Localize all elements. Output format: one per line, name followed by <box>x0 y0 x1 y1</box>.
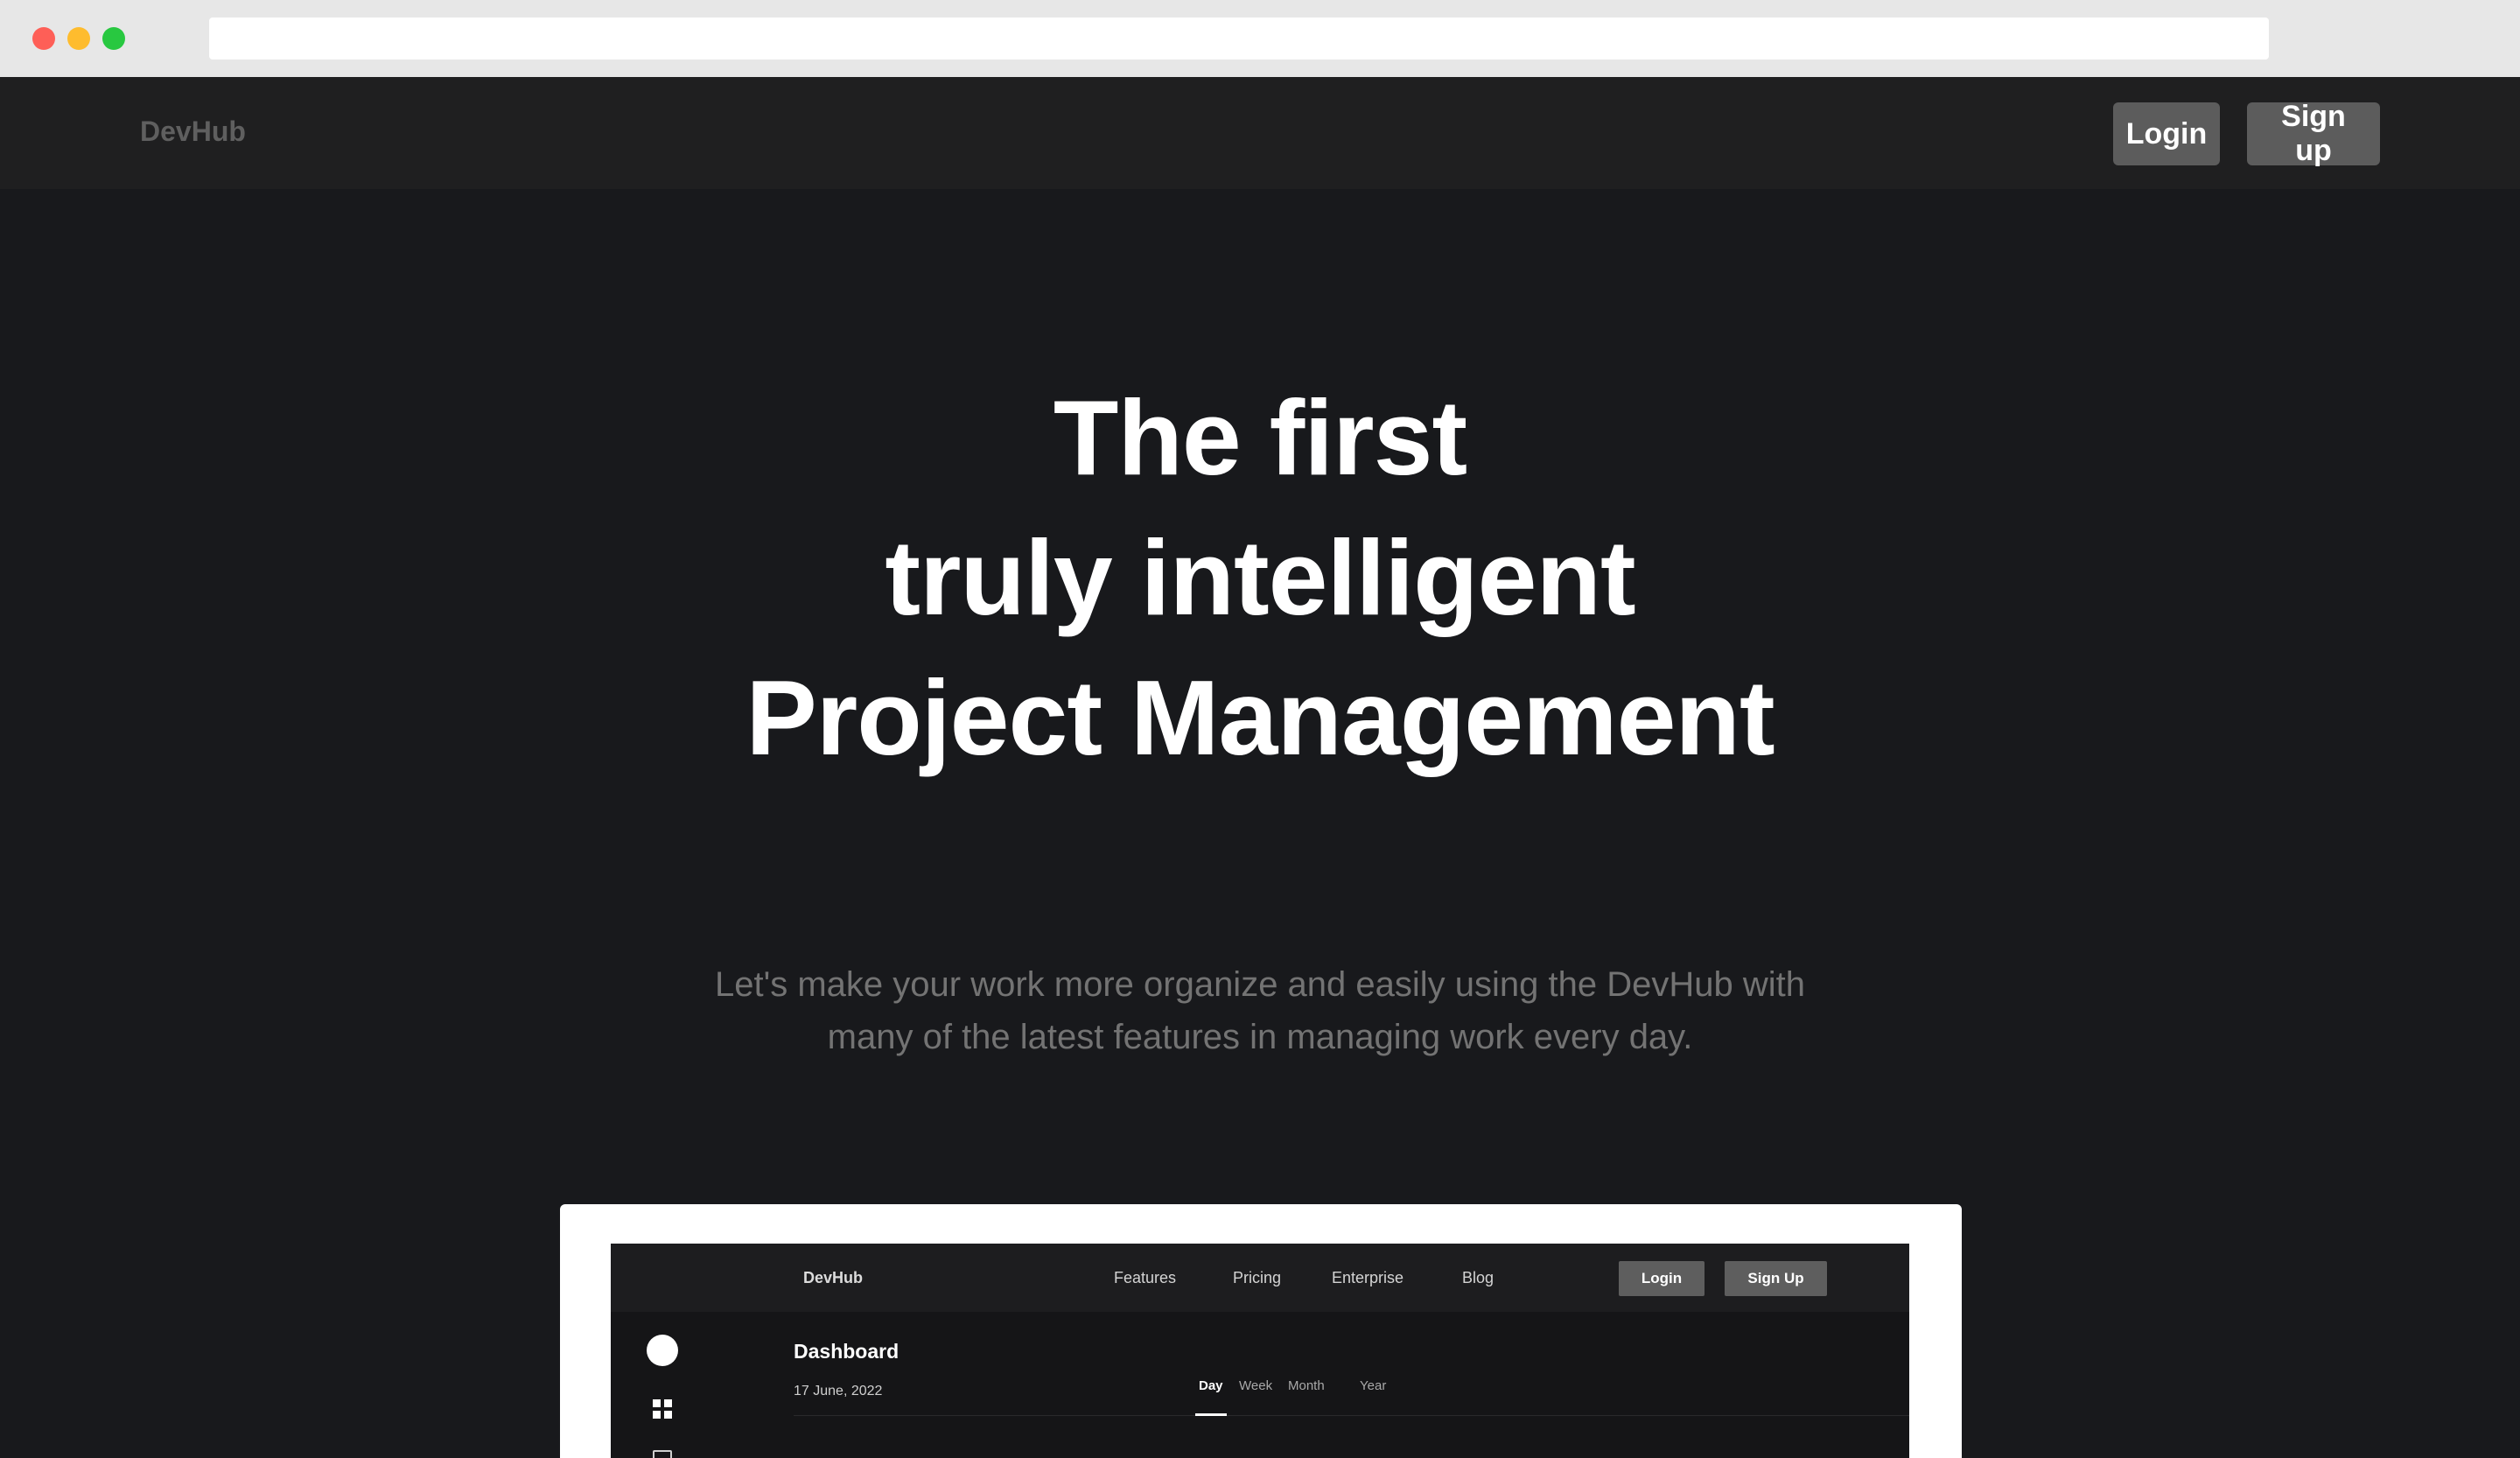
preview-link-enterprise: Enterprise <box>1332 1269 1404 1286</box>
preview-avatar <box>647 1335 678 1366</box>
minimize-window-icon[interactable] <box>67 27 90 50</box>
hero-subtitle-line: many of the latest features in managing … <box>827 1018 1693 1056</box>
hero-subtitle: Let's make your work more organize and e… <box>648 958 1872 1063</box>
preview-tab-day: Day <box>1199 1378 1223 1393</box>
preview-brand: DevHub <box>803 1269 864 1286</box>
calendar-icon <box>653 1450 672 1458</box>
hero-title-line: truly intelligent <box>885 518 1635 637</box>
hero-title-line: Project Management <box>746 658 1774 777</box>
close-window-icon[interactable] <box>32 27 55 50</box>
preview-tab-week: Week <box>1239 1378 1273 1393</box>
preview-divider <box>794 1415 1909 1416</box>
preview-page-title: Dashboard <box>794 1340 900 1363</box>
preview-signup-button: Sign Up <box>1725 1261 1827 1296</box>
login-button[interactable]: Login <box>2113 102 2220 165</box>
maximize-window-icon[interactable] <box>102 27 125 50</box>
hero-title: The first truly intelligent Project Mana… <box>0 368 2520 788</box>
preview-date: 17 June, 2022 <box>794 1384 883 1398</box>
signup-button[interactable]: Sign up <box>2247 100 2380 167</box>
preview-tab-month: Month <box>1288 1378 1325 1393</box>
preview-link-pricing: Pricing <box>1233 1269 1282 1286</box>
browser-chrome <box>0 0 2520 77</box>
preview-tab-year: Year <box>1360 1378 1387 1393</box>
hero-title-line: The first <box>1053 378 1467 497</box>
brand-logo[interactable]: DevHub <box>140 116 246 148</box>
preview-nav: DevHub Features Pricing Enterprise Blog … <box>611 1244 1909 1312</box>
preview-login-button: Login <box>1619 1261 1704 1296</box>
site-header: DevHub Login Sign up <box>0 77 2520 189</box>
address-bar[interactable] <box>209 18 2269 60</box>
preview-link-blog: Blog <box>1462 1269 1494 1286</box>
preview-link-features: Features <box>1114 1269 1177 1286</box>
preview-active-tab-indicator <box>1195 1413 1227 1416</box>
hero-subtitle-line: Let's make your work more organize and e… <box>714 965 1805 1004</box>
grid-icon <box>653 1399 672 1419</box>
app-preview-screen: DevHub Features Pricing Enterprise Blog … <box>611 1244 1909 1458</box>
